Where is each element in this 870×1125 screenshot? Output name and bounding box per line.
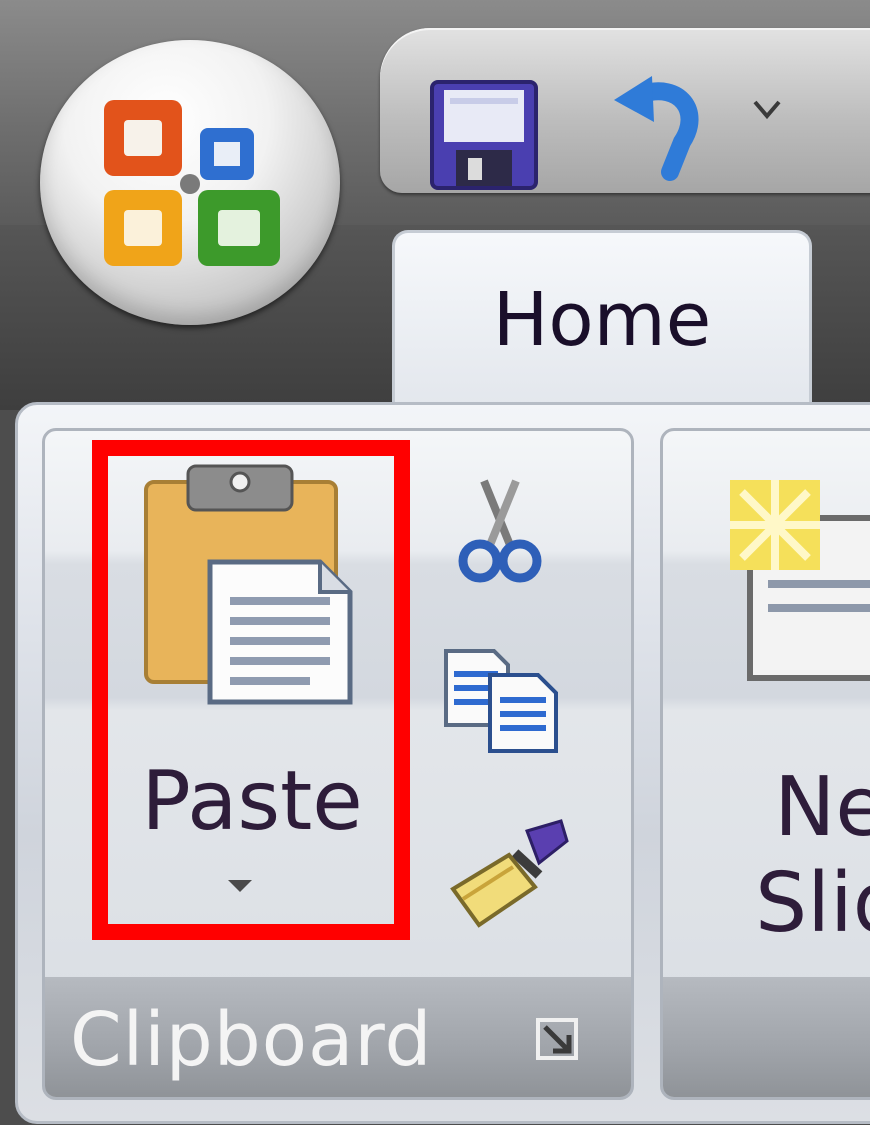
office-orb-icon — [104, 100, 280, 266]
new-slide-button[interactable] — [720, 470, 870, 690]
save-icon[interactable] — [428, 80, 540, 192]
office-button[interactable] — [40, 40, 340, 325]
clipboard-dialog-launcher[interactable] — [528, 1010, 586, 1068]
format-painter-button[interactable] — [438, 808, 578, 938]
scissors-icon — [458, 479, 542, 583]
slides-group-footer — [663, 977, 870, 1097]
chevron-down-icon[interactable] — [752, 98, 782, 120]
new-slide-label-line1: Ne — [774, 760, 870, 855]
paste-label: Paste — [141, 754, 363, 849]
new-slide-label-line2: Slid — [755, 856, 870, 951]
clipboard-group-label: Clipboard — [70, 997, 433, 1083]
quick-access-toolbar — [380, 28, 870, 193]
paintbrush-icon — [450, 819, 569, 928]
cut-button[interactable] — [440, 470, 560, 590]
new-slide-icon — [730, 480, 870, 681]
paste-dropdown[interactable] — [220, 878, 260, 908]
chevron-down-icon — [228, 880, 252, 892]
undo-icon[interactable] — [610, 72, 710, 184]
tab-home[interactable]: Home — [392, 230, 812, 415]
tab-home-label: Home — [492, 277, 712, 363]
new-slide-label: Ne Slid — [720, 760, 870, 960]
dialog-launcher-icon — [536, 1018, 578, 1060]
clipboard-icon — [144, 464, 353, 705]
copy-icon — [444, 649, 558, 753]
copy-button[interactable] — [430, 640, 570, 760]
